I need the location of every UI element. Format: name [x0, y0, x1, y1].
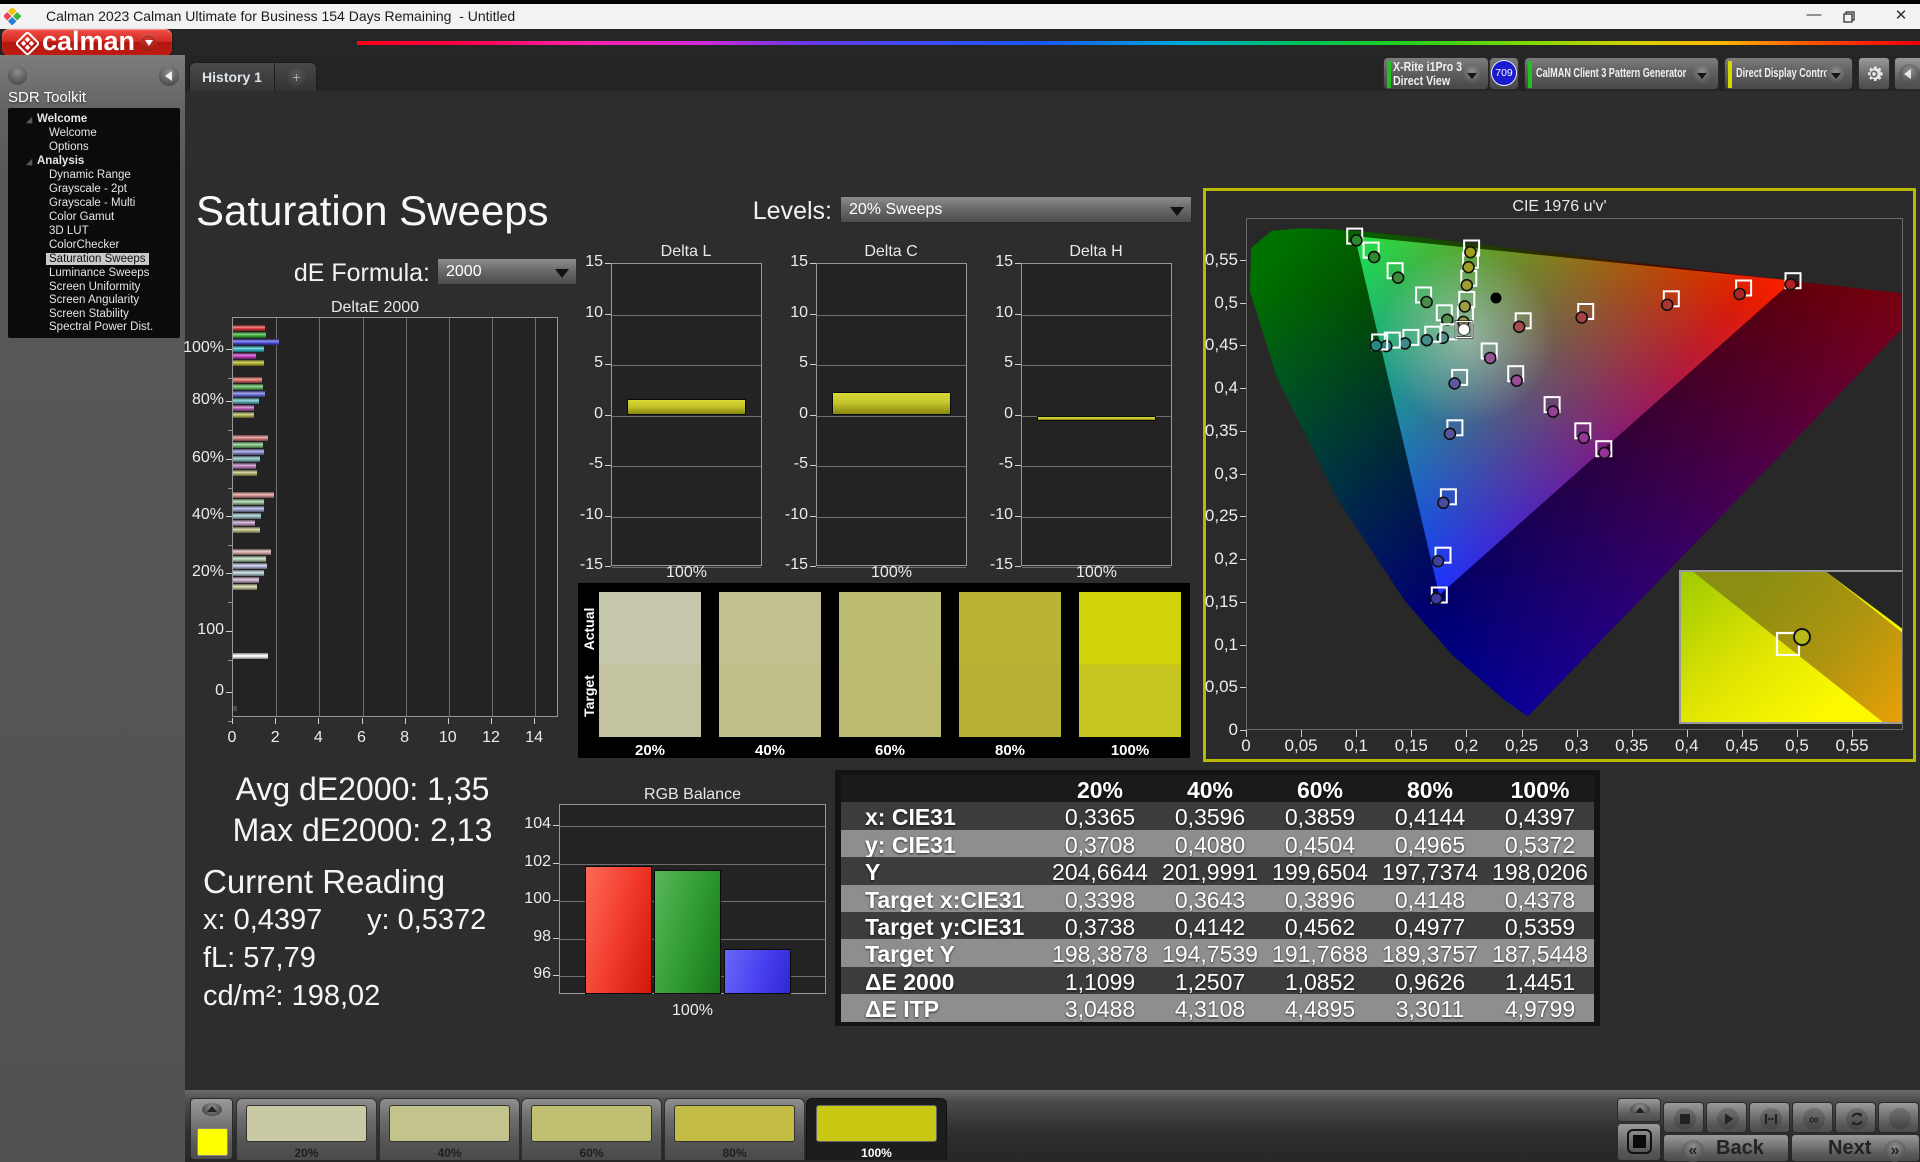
svg-text:∞: ∞ — [1809, 1111, 1819, 1127]
